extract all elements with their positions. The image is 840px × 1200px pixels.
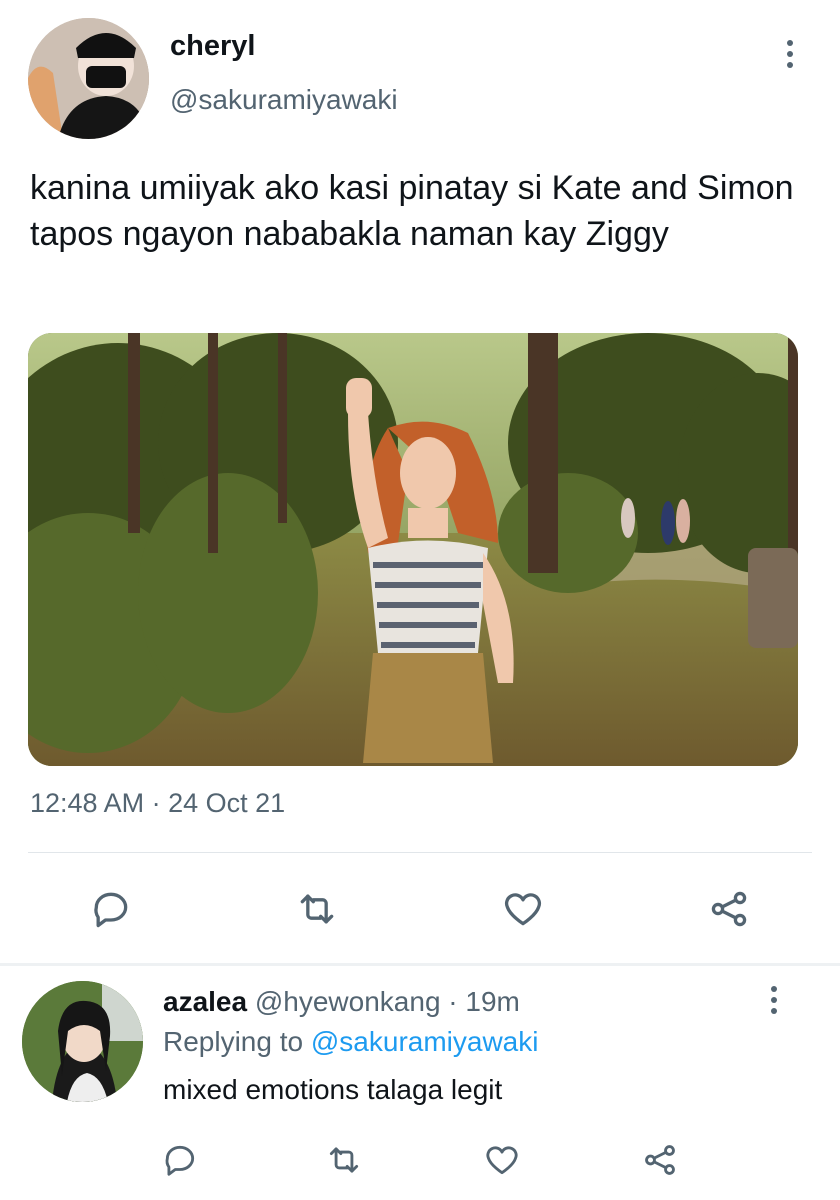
like-icon[interactable]: [498, 884, 548, 934]
reply-like-icon[interactable]: [480, 1138, 524, 1182]
tweet-image[interactable]: [28, 333, 798, 766]
more-options-icon[interactable]: [780, 40, 800, 80]
reply-retweet-icon[interactable]: [322, 1138, 366, 1182]
reply-header: azalea @hyewonkang · 19m: [163, 986, 520, 1018]
retweet-icon[interactable]: [292, 884, 342, 934]
reply-actions: [0, 1138, 840, 1182]
reply-share-icon[interactable]: [638, 1138, 682, 1182]
main-tweet: cheryl @sakuramiyawaki kanina umiiyak ak…: [0, 0, 840, 966]
replying-to-line: Replying to @sakuramiyawaki: [163, 1026, 538, 1058]
divider: [28, 852, 812, 853]
reply-age: · 19m: [448, 986, 520, 1017]
reply-author-name[interactable]: azalea: [163, 986, 247, 1017]
reply-icon[interactable]: [86, 884, 136, 934]
author-name[interactable]: cheryl: [170, 30, 255, 63]
reply-tweet[interactable]: azalea @hyewonkang · 19m Replying to @sa…: [0, 966, 840, 1200]
tweet-timestamp[interactable]: 12:48 AM · 24 Oct 21: [30, 788, 285, 819]
author-handle[interactable]: @sakuramiyawaki: [170, 84, 398, 116]
tweet-actions: [0, 884, 840, 934]
author-avatar[interactable]: [28, 18, 149, 139]
replying-to-prefix: Replying to: [163, 1026, 304, 1057]
share-icon[interactable]: [704, 884, 754, 934]
reply-more-options-icon[interactable]: [764, 986, 784, 1026]
tweet-text: kanina umiiyak ako kasi pinatay si Kate …: [30, 169, 794, 253]
reply-reply-icon[interactable]: [158, 1138, 202, 1182]
reply-author-handle[interactable]: @hyewonkang: [255, 986, 441, 1017]
reply-author-avatar[interactable]: [22, 981, 143, 1102]
replying-to-link[interactable]: @sakuramiyawaki: [311, 1026, 539, 1057]
reply-text: mixed emotions talaga legit: [163, 1074, 503, 1105]
